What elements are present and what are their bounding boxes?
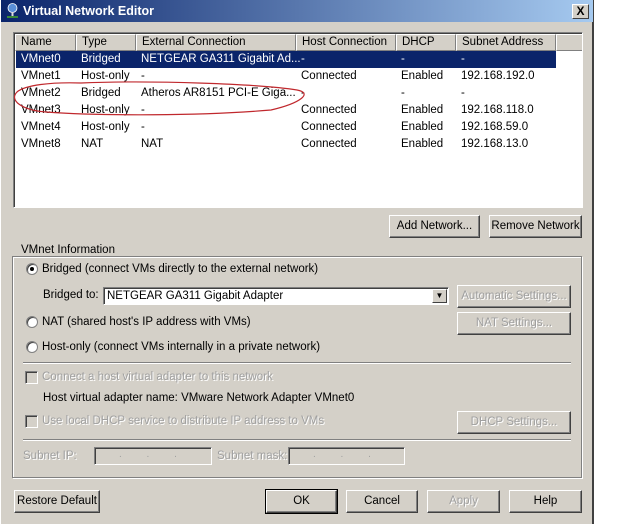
group-legend: VMnet Information	[19, 244, 117, 256]
remove-network-button[interactable]: Remove Network	[489, 215, 582, 238]
bridged-to-value: NETGEAR GA311 Gigabit Adapter	[107, 290, 284, 302]
add-network-button[interactable]: Add Network...	[389, 215, 480, 238]
use-dhcp-checkbox[interactable]	[25, 415, 38, 428]
divider	[23, 362, 571, 364]
bridged-radio[interactable]	[26, 263, 38, 275]
nat-radio[interactable]	[26, 316, 38, 328]
cancel-button[interactable]: Cancel	[346, 490, 418, 513]
help-button[interactable]: Help	[509, 490, 582, 513]
nat-label[interactable]: NAT (shared host's IP address with VMs)	[42, 316, 251, 328]
subnet-ip-input[interactable]: . . .	[94, 447, 212, 465]
subnet-mask-label: Subnet mask:	[217, 450, 288, 462]
divider	[23, 439, 571, 441]
apply-button[interactable]: Apply	[427, 490, 500, 513]
subnet-mask-input[interactable]: . . .	[288, 447, 405, 465]
connect-adapter-checkbox[interactable]	[25, 371, 38, 384]
automatic-settings-button[interactable]: Automatic Settings...	[457, 285, 571, 308]
connect-adapter-label[interactable]: Connect a host virtual adapter to this n…	[42, 371, 273, 383]
bridged-to-select[interactable]: NETGEAR GA311 Gigabit Adapter ▼	[103, 287, 449, 305]
nat-settings-button[interactable]: NAT Settings...	[457, 312, 571, 335]
red-ellipse-annotation	[14, 81, 305, 116]
bridged-to-label: Bridged to:	[43, 289, 99, 301]
bridged-label[interactable]: Bridged (connect VMs directly to the ext…	[42, 263, 318, 275]
ok-button[interactable]: OK	[265, 489, 338, 514]
virtual-network-editor-window: Virtual Network Editor X Name Type Exter…	[0, 0, 594, 524]
restore-default-button[interactable]: Restore Default	[14, 490, 100, 513]
dhcp-settings-button[interactable]: DHCP Settings...	[457, 411, 571, 434]
host-only-label[interactable]: Host-only (connect VMs internally in a p…	[42, 341, 320, 353]
host-only-radio[interactable]	[26, 341, 38, 353]
subnet-ip-label: Subnet IP:	[23, 450, 77, 462]
adapter-name-text: Host virtual adapter name: VMware Networ…	[43, 392, 355, 404]
chevron-down-icon[interactable]: ▼	[432, 289, 447, 303]
use-dhcp-label[interactable]: Use local DHCP service to distribute IP …	[42, 415, 324, 427]
